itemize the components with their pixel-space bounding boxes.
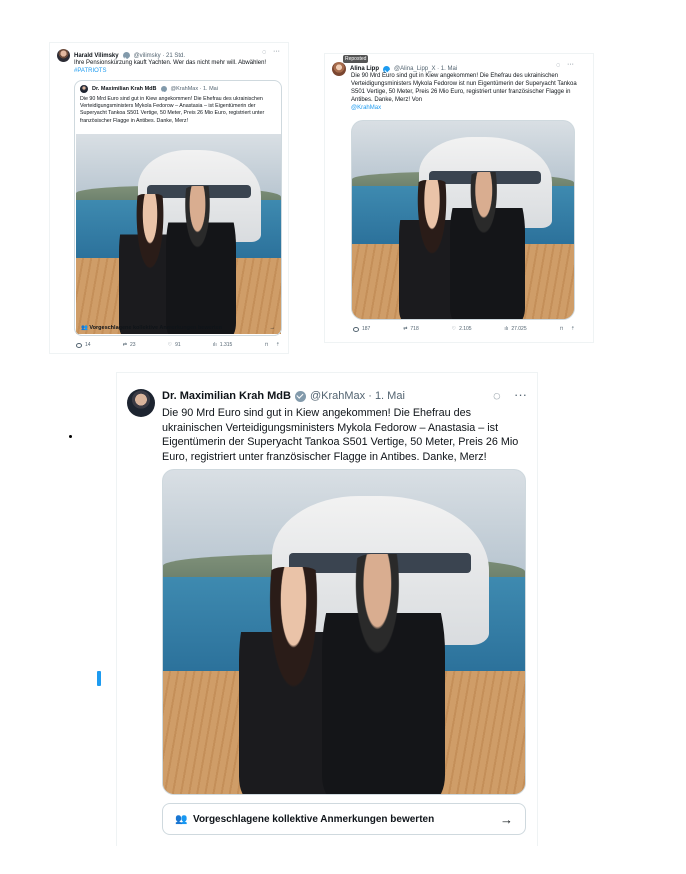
- quoted-tweet[interactable]: Dr. Maximilian Krah MdB @KrahMax · 1. Ma…: [74, 80, 282, 336]
- reply-button[interactable]: 14: [76, 342, 91, 348]
- repost-button[interactable]: ⇄ 23: [123, 342, 136, 348]
- mention-link[interactable]: @KrahMax: [351, 105, 381, 111]
- repost-icon: ⇄: [403, 326, 408, 332]
- like-button[interactable]: ♡ 91: [168, 342, 181, 348]
- avatar[interactable]: [57, 49, 70, 62]
- arrow-right-icon: →: [269, 324, 276, 331]
- stray-blue-mark: [97, 671, 101, 686]
- quote-handle-time: @KrahMax · 1. Mai: [170, 86, 218, 92]
- reply-icon: [76, 342, 82, 348]
- quote-text: Die 90 Mrd Euro sind gut in Kiew angekom…: [80, 96, 265, 124]
- tweet-card-krah[interactable]: Dr. Maximilian Krah MdB @KrahMax · 1. Ma…: [116, 372, 538, 846]
- arrow-right-icon: →: [500, 811, 513, 827]
- hashtag-link[interactable]: #PATRIOTS: [74, 68, 106, 74]
- repost-button[interactable]: ⇄ 718: [403, 326, 419, 332]
- quote-author-name: Dr. Maximilian Krah MdB: [92, 86, 157, 92]
- repost-icon: ⇄: [122, 342, 127, 348]
- reply-icon: [353, 326, 359, 332]
- more-icon[interactable]: ···: [567, 61, 574, 68]
- avatar[interactable]: [332, 62, 346, 76]
- handle-time[interactable]: @KrahMax · 1. Mai: [310, 390, 405, 402]
- bookmark-share: ⊓ ⇡: [264, 342, 280, 348]
- verified-badge-icon: [294, 390, 306, 402]
- people-icon: 👥: [81, 324, 88, 331]
- author-name[interactable]: Harald Vilimsky: [74, 53, 119, 59]
- people-icon: 👥: [175, 813, 188, 825]
- handle-time[interactable]: @vilimsky · 21 Std.: [134, 53, 185, 59]
- tweet-card-lipp[interactable]: Reposted Alina Lipp @Alina_Lipp_X · 1. M…: [324, 53, 594, 343]
- views-button[interactable]: ılı 27.025: [504, 326, 526, 332]
- bookmark-share: ⊓ ⇡: [559, 326, 575, 332]
- heart-icon: ♡: [451, 326, 457, 332]
- yacht-photo[interactable]: [162, 469, 526, 795]
- share-icon[interactable]: ⇡: [276, 342, 280, 348]
- share-icon[interactable]: ⇡: [571, 326, 575, 332]
- yacht-photo[interactable]: [76, 134, 281, 334]
- tweet-card-vilimsky[interactable]: Harald Vilimsky @vilimsky · 21 Std. ◌ ··…: [49, 42, 289, 354]
- more-icon[interactable]: ···: [273, 48, 280, 55]
- stray-dot: [69, 435, 72, 438]
- tweet-body: Ihre Pensionskürzung kauft Yachten. Wer …: [74, 60, 267, 66]
- heart-icon: ♡: [167, 342, 173, 348]
- grok-icon[interactable]: ◌: [556, 62, 560, 69]
- bookmark-icon[interactable]: ⊓: [264, 342, 268, 348]
- tweet-text: Die 90 Mrd Euro sind gut in Kiew angekom…: [162, 407, 519, 463]
- reply-button[interactable]: 187: [353, 326, 370, 332]
- note-label: Vorgeschlagene kollektive Anmerkungen be…: [193, 813, 435, 825]
- tweet-header: Dr. Maximilian Krah MdB @KrahMax · 1. Ma…: [162, 390, 405, 402]
- author-name[interactable]: Dr. Maximilian Krah MdB: [162, 390, 291, 402]
- community-notes-button[interactable]: 👥 Vorgeschlagene kollektive Anmerkungen …: [162, 803, 526, 835]
- tweet-actions: 14 ⇄ 23 ♡ 91 ılı 1.315 ⊓ ⇡: [76, 342, 280, 348]
- verified-badge-icon: [122, 52, 130, 59]
- quote-avatar: [80, 85, 88, 93]
- grok-icon[interactable]: ◌: [493, 388, 501, 403]
- community-notes-button[interactable]: 👥 Vorgeschlagene kollektive Anmerkungen …: [74, 320, 282, 336]
- bookmark-icon[interactable]: ⊓: [559, 326, 563, 332]
- grok-icon[interactable]: ◌: [262, 49, 266, 56]
- quote-header: Dr. Maximilian Krah MdB @KrahMax · 1. Ma…: [80, 85, 218, 93]
- tweet-text: Die 90 Mrd Euro sind gut in Kiew angekom…: [351, 72, 581, 112]
- tweet-body: Die 90 Mrd Euro sind gut in Kiew angekom…: [351, 73, 577, 103]
- avatar[interactable]: [127, 389, 155, 417]
- views-icon: ılı: [212, 342, 217, 348]
- views-button[interactable]: ılı 1.315: [213, 342, 232, 348]
- views-icon: ılı: [504, 326, 509, 332]
- more-icon[interactable]: ···: [514, 387, 527, 402]
- tweet-actions: 187 ⇄ 718 ♡ 2.105 ılı 27.025 ⊓ ⇡: [353, 326, 575, 332]
- like-button[interactable]: ♡ 2.105: [452, 326, 472, 332]
- verified-badge-icon: [160, 86, 167, 92]
- tweet-text: Ihre Pensionskürzung kauft Yachten. Wer …: [74, 59, 286, 75]
- yacht-photo[interactable]: [351, 120, 575, 320]
- note-label: Vorgeschlagene kollektive Anmerkungen be…: [89, 324, 223, 331]
